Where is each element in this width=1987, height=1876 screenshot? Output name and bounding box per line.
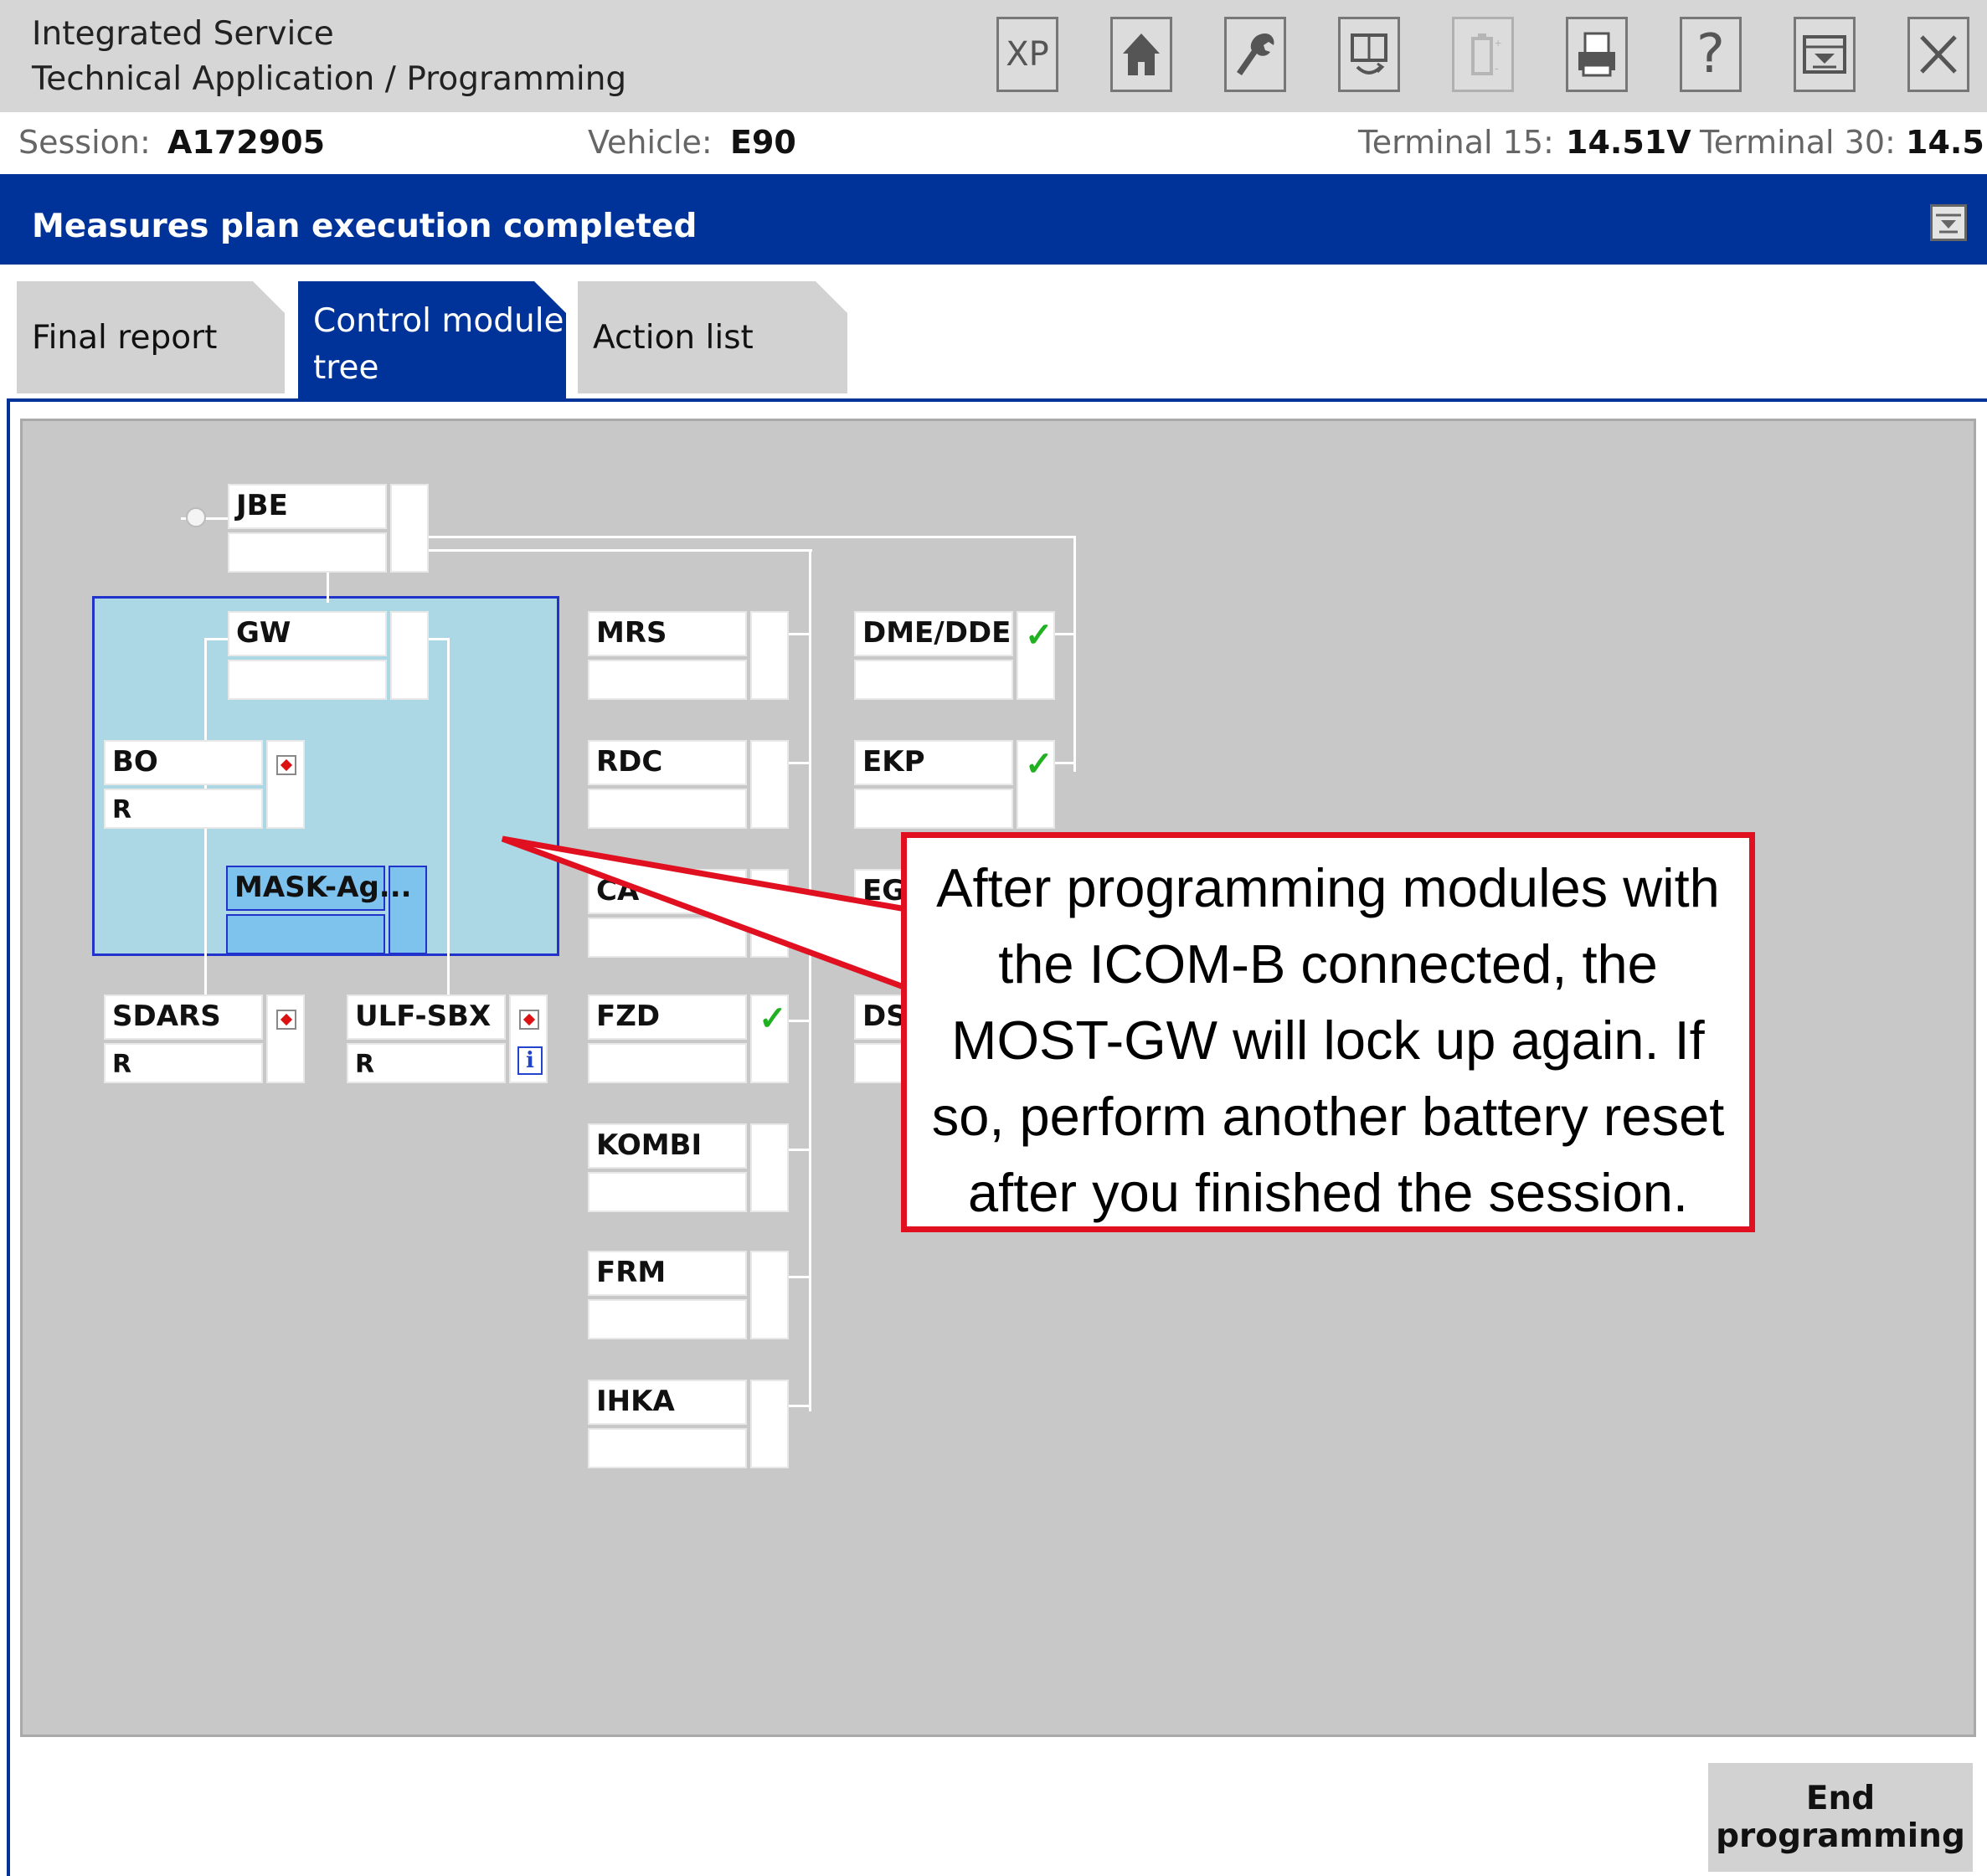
annotation-callout-text: After programming modules with the ICOM-…	[931, 857, 1725, 1223]
end-programming-button[interactable]: End programming	[1708, 1763, 1973, 1872]
annotation-callout: After programming modules with the ICOM-…	[901, 832, 1755, 1232]
